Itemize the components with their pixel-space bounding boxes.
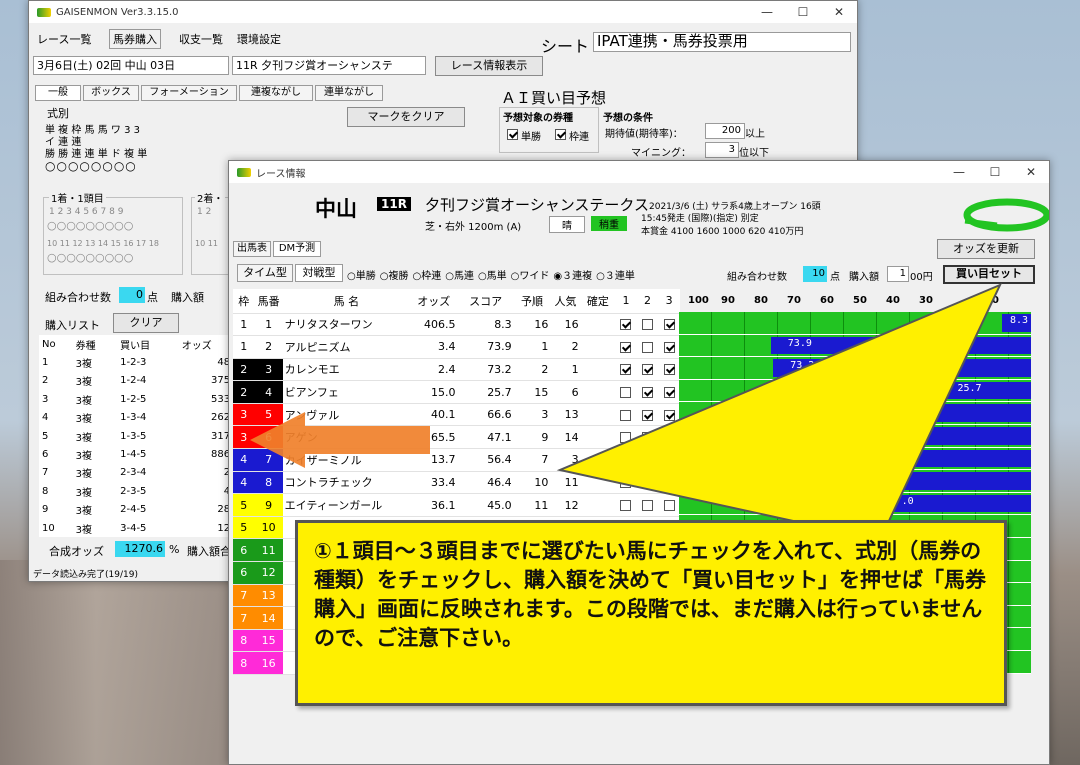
yellow-pointer-arrow <box>556 283 1003 542</box>
orange-left-arrow <box>250 412 430 468</box>
instruction-callout: ①１頭目〜３頭目までに選びたい馬にチェックを入れて、式別（馬券の種類）をチェック… <box>295 520 1007 706</box>
